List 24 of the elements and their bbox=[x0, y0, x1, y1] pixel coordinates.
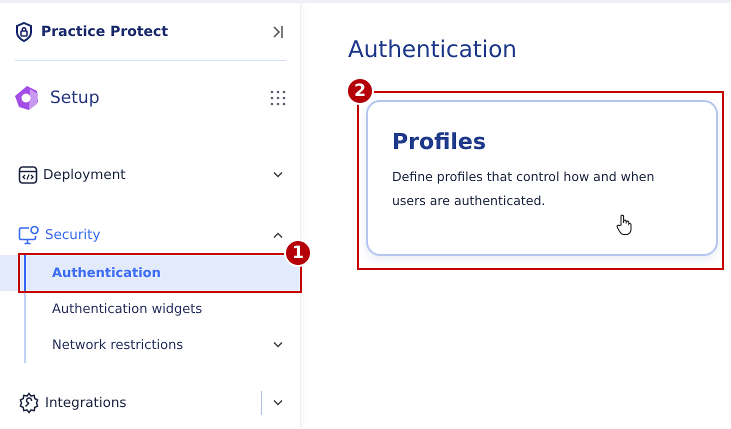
hand-cursor-icon bbox=[616, 214, 632, 236]
callout-badge: 1 bbox=[284, 239, 312, 267]
brand-name: Practice Protect bbox=[41, 24, 170, 40]
card-title: Profiles bbox=[392, 130, 487, 155]
monitor-user-icon bbox=[18, 225, 40, 245]
submenu-item[interactable]: Network restrictions bbox=[52, 338, 272, 352]
nav-item[interactable]: Integrations bbox=[18, 392, 261, 414]
submenu-item[interactable]: Authentication widgets bbox=[52, 302, 284, 316]
chevron-up-icon[interactable] bbox=[272, 231, 284, 239]
shield-lock-icon bbox=[15, 22, 33, 42]
page-title: Authentication bbox=[348, 37, 518, 63]
app-name: Setup bbox=[50, 88, 100, 108]
nav-item[interactable]: Deployment bbox=[18, 165, 272, 185]
profiles-card[interactable]: Profiles Define profiles that control how and when users are authenticated. bbox=[366, 100, 718, 256]
nav-item[interactable]: Security bbox=[18, 225, 272, 245]
card-description: Define profiles that control how and when users are authenticated. bbox=[392, 168, 656, 210]
chevron-down-icon[interactable] bbox=[272, 171, 284, 179]
app-logo-icon bbox=[14, 85, 40, 111]
apps-grid-button[interactable] bbox=[268, 88, 288, 108]
chevron-down-icon[interactable] bbox=[272, 399, 284, 407]
callout-badge: 2 bbox=[346, 77, 374, 105]
gear-wrench-icon bbox=[18, 392, 40, 414]
chevron-down-icon[interactable] bbox=[272, 341, 284, 349]
code-window-icon bbox=[18, 165, 38, 185]
